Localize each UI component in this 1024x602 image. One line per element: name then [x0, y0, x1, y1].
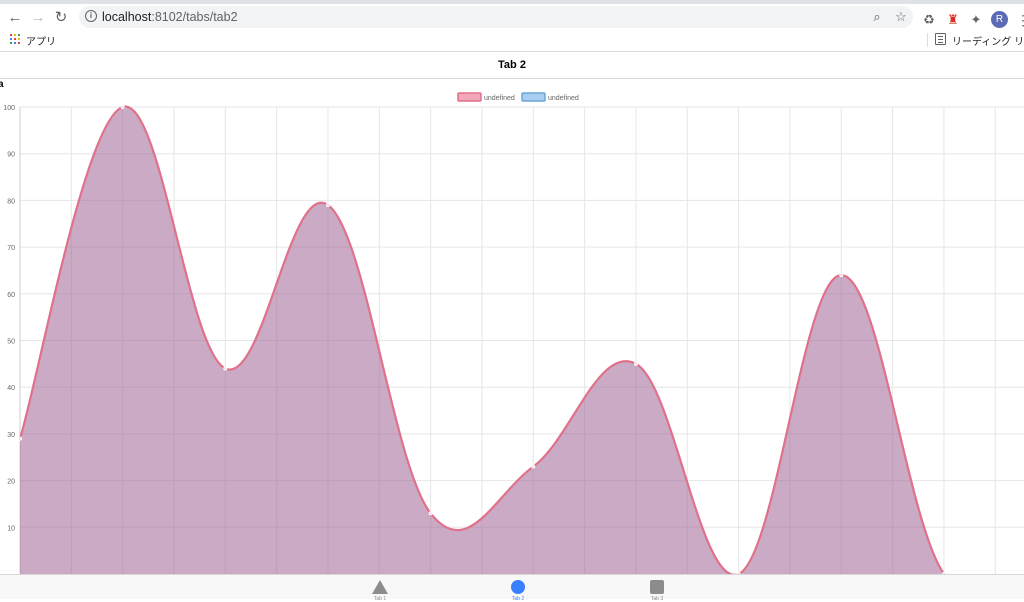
y-tick-label: 100 — [3, 105, 15, 112]
info-icon[interactable]: i — [85, 10, 97, 22]
y-tick-label: 30 — [7, 432, 15, 439]
y-tick-label: 70 — [7, 245, 15, 252]
tab-2-label: Tab 2 — [511, 596, 525, 602]
data-point — [325, 203, 330, 208]
data-point — [428, 511, 433, 516]
bookmark-separator — [927, 33, 928, 47]
data-point — [531, 464, 536, 469]
back-icon[interactable]: ← — [5, 7, 25, 27]
y-tick-label: 40 — [7, 385, 15, 392]
data-point — [633, 361, 638, 366]
tab-3[interactable]: Tab 3 — [627, 577, 687, 602]
data-point — [839, 273, 844, 278]
apps-bookmark[interactable]: アプリ — [26, 33, 56, 48]
legend-label: undefined — [548, 95, 579, 102]
bookmarks-bar: アプリ リーディング リスト — [0, 30, 1024, 52]
y-tick-label: 90 — [7, 152, 15, 159]
menu-icon[interactable]: ⋮ — [1016, 11, 1024, 29]
browser-toolbar: ← → ↻ i localhost:8102/tabs/tab2 ⌕ ☆ ♻ ♜… — [0, 4, 1024, 30]
zoom-icon[interactable]: ⌕ — [869, 9, 885, 25]
legend-label: undefined — [484, 95, 515, 102]
ellipse-icon — [511, 580, 525, 594]
profile-avatar[interactable]: R — [991, 11, 1008, 28]
star-icon[interactable]: ☆ — [893, 9, 909, 25]
square-icon — [650, 580, 664, 594]
reload-icon[interactable]: ↻ — [51, 7, 71, 27]
red-extension-icon[interactable]: ♜ — [944, 11, 962, 29]
forward-icon[interactable]: → — [28, 7, 48, 27]
data-point — [17, 436, 22, 441]
y-tick-label: 50 — [7, 339, 15, 346]
data-point — [223, 366, 228, 371]
apps-icon[interactable] — [10, 34, 20, 44]
area-chart: 100 90 80 70 60 50 40 30 20 10 undefined undefined — [3, 92, 1024, 574]
legend-swatch — [521, 92, 546, 102]
url-host: localhost — [102, 10, 152, 24]
legend-swatch — [457, 92, 482, 102]
data-point — [120, 104, 125, 109]
recycle-extension-icon[interactable]: ♻ — [920, 11, 938, 29]
y-tick-label: 10 — [7, 525, 15, 532]
app-header: Tab 2 — [0, 52, 1024, 79]
tab-bar: Tab 1 Tab 2 Tab 3 — [0, 574, 1024, 602]
reading-list-icon[interactable] — [935, 33, 946, 45]
y-tick-label: 20 — [7, 479, 15, 486]
tab-1[interactable]: Tab 1 — [350, 577, 410, 602]
y-tick-label: 60 — [7, 292, 15, 299]
url-path: :8102/tabs/tab2 — [151, 10, 238, 24]
tab-3-label: Tab 3 — [650, 596, 664, 602]
tab-1-label: Tab 1 — [373, 596, 387, 602]
address-bar[interactable]: i localhost:8102/tabs/tab2 ⌕ ☆ — [79, 6, 913, 28]
url-text[interactable]: localhost:8102/tabs/tab2 — [102, 10, 238, 24]
page-title: Tab 2 — [498, 59, 526, 71]
triangle-icon — [372, 580, 388, 594]
tab-2[interactable]: Tab 2 — [488, 577, 548, 602]
reading-list-button[interactable]: リーディング リスト — [952, 33, 1024, 48]
y-tick-label: 80 — [7, 198, 15, 205]
puzzle-extension-icon[interactable]: ✦ — [967, 11, 985, 29]
